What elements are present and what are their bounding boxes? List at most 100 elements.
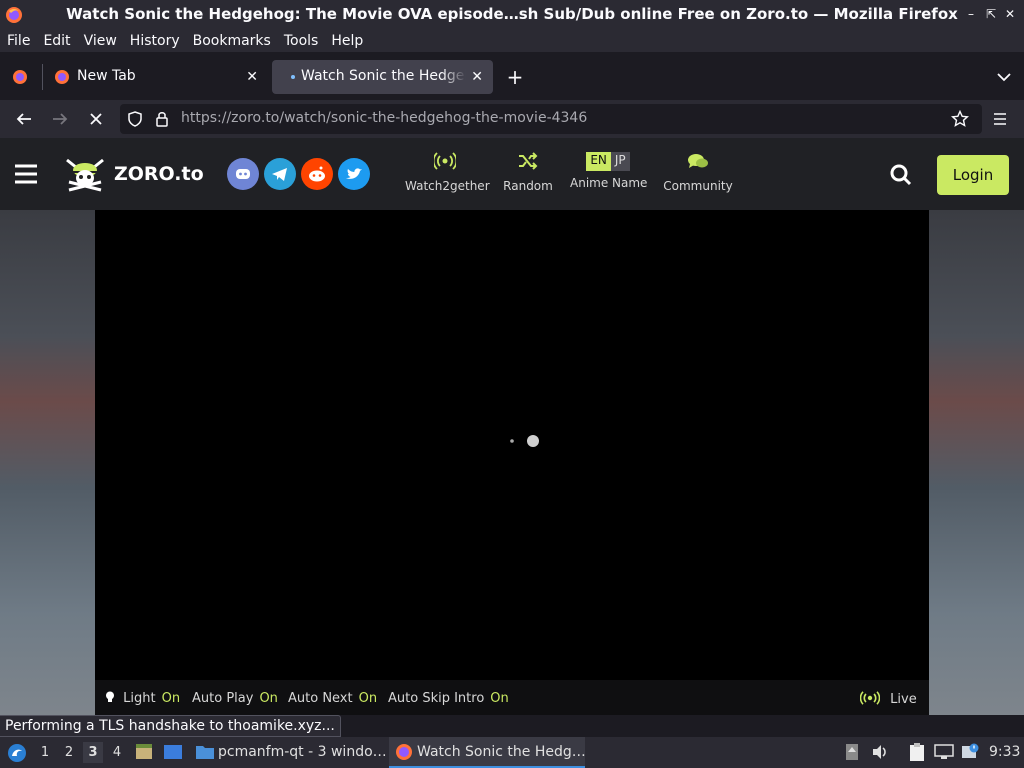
forward-arrow-icon[interactable]: [50, 110, 70, 128]
url-text[interactable]: https://zoro.to/watch/sonic-the-hedgehog…: [181, 110, 587, 126]
bookmark-star-icon[interactable]: [951, 110, 969, 128]
start-menu-icon[interactable]: [6, 742, 28, 764]
tray-update-icon[interactable]: [844, 743, 860, 761]
control-state: On: [490, 691, 509, 706]
tracking-shield-icon[interactable]: [126, 110, 144, 128]
volume-icon[interactable]: [870, 743, 890, 761]
firefox-view-icon[interactable]: [11, 68, 29, 86]
video-player[interactable]: [95, 210, 929, 680]
toggle-auto-skip-intro[interactable]: Auto Skip Intro On: [388, 691, 509, 706]
firefox-icon: [394, 742, 414, 762]
twitter-icon[interactable]: [338, 158, 370, 190]
close-tab-icon[interactable]: ✕: [471, 69, 483, 85]
status-panel: Performing a TLS handshake to thoamike.x…: [0, 715, 341, 737]
lock-icon[interactable]: [153, 110, 171, 128]
broadcast-icon: [432, 152, 458, 170]
nav-label: Community: [663, 179, 733, 193]
window-titlebar: Watch Sonic the Hedgehog: The Movie OVA …: [0, 0, 1024, 30]
shuffle-icon: [519, 152, 538, 170]
background-blur-left: [0, 210, 95, 715]
menubar: File Edit View History Bookmarks Tools H…: [0, 30, 1024, 52]
file-manager-launcher-icon[interactable]: [134, 742, 154, 762]
taskbar-app-label: Watch Sonic the Hedg…: [417, 744, 586, 760]
language-toggle-icon[interactable]: EN JP: [586, 152, 630, 171]
tab-new-tab[interactable]: New Tab ✕: [46, 60, 268, 94]
toggle-auto-play[interactable]: Auto Play On: [192, 691, 278, 706]
show-desktop-icon[interactable]: [162, 742, 184, 762]
tab-watch-sonic[interactable]: Watch Sonic the Hedgeh ✕: [272, 60, 493, 94]
clipboard-icon[interactable]: [907, 742, 927, 762]
reddit-icon[interactable]: [301, 158, 333, 190]
list-all-tabs-chevron-icon[interactable]: [994, 67, 1014, 87]
workspace-4[interactable]: 4: [107, 742, 127, 763]
nav-label: Anime Name: [570, 176, 648, 190]
chat-icon: [688, 154, 708, 168]
menu-help[interactable]: Help: [331, 33, 363, 49]
menu-tools[interactable]: Tools: [284, 33, 319, 49]
loading-dot-icon: [291, 75, 295, 79]
site-logo-text[interactable]: ZORO.to: [114, 163, 204, 185]
menu-edit[interactable]: Edit: [43, 33, 70, 49]
site-header: ZORO.to Watch2gether Random EN JP Anime …: [0, 138, 1024, 210]
nav-watch2gether[interactable]: Watch2gether: [405, 152, 490, 193]
control-state: On: [161, 691, 181, 706]
menu-bookmarks[interactable]: Bookmarks: [193, 33, 271, 49]
menu-file[interactable]: File: [7, 33, 30, 49]
lang-en-option[interactable]: EN: [586, 152, 611, 171]
control-label: Auto Next: [288, 691, 353, 706]
notification-icon[interactable]: [960, 742, 980, 762]
workspace-3[interactable]: 3: [83, 742, 103, 763]
lang-jp-option[interactable]: JP: [610, 152, 630, 171]
stop-loading-icon[interactable]: [86, 110, 106, 128]
folder-icon: [195, 743, 215, 761]
taskbar: 1 2 3 4 pcmanfm-qt - 3 windo… Watch Soni…: [0, 737, 1024, 768]
firefox-tab-icon: [54, 69, 70, 85]
toggle-light[interactable]: Light On: [105, 691, 180, 706]
minimize-icon[interactable]: –: [963, 6, 979, 22]
nav-random[interactable]: Random: [500, 152, 556, 193]
discord-icon[interactable]: [227, 158, 259, 190]
player-settings-bar: Light On Auto Play On Auto Next On Auto Ski…: [95, 680, 929, 715]
toggle-auto-next[interactable]: Auto Next On: [288, 691, 377, 706]
broadcast-icon: [859, 691, 881, 705]
navigation-toolbar: https://zoro.to/watch/sonic-the-hedgehog…: [0, 100, 1024, 138]
search-icon[interactable]: [890, 164, 912, 186]
control-label: Light: [123, 691, 156, 706]
nav-anime-name[interactable]: EN JP Anime Name: [570, 152, 648, 190]
background-blur-right: [929, 210, 1024, 715]
loading-spinner-icon: [510, 435, 539, 447]
zoro-logo-icon[interactable]: [63, 154, 107, 196]
tab-label: Watch Sonic the Hedgeh: [301, 68, 466, 84]
control-label: Auto Skip Intro: [388, 691, 485, 706]
control-label: Auto Play: [192, 691, 254, 706]
close-tab-icon[interactable]: ✕: [246, 69, 258, 85]
control-state: On: [259, 691, 278, 706]
login-button[interactable]: Login: [937, 155, 1009, 195]
web-page: ZORO.to Watch2gether Random EN JP Anime …: [0, 138, 1024, 715]
workspace-2[interactable]: 2: [59, 742, 79, 763]
lightbulb-icon: [106, 691, 114, 702]
menu-history[interactable]: History: [130, 33, 180, 49]
menu-view[interactable]: View: [84, 33, 117, 49]
hamburger-menu-icon[interactable]: [990, 110, 1010, 128]
tab-bar: New Tab ✕ Watch Sonic the Hedgeh ✕ +: [0, 52, 1024, 100]
close-window-icon[interactable]: ✕: [1002, 6, 1018, 22]
live-label: Live: [890, 692, 917, 707]
new-tab-plus-icon[interactable]: +: [505, 65, 525, 89]
url-bar[interactable]: https://zoro.to/watch/sonic-the-hedgehog…: [120, 104, 982, 134]
site-menu-hamburger-icon[interactable]: [13, 162, 39, 186]
nav-label: Watch2gether: [405, 179, 490, 193]
nav-label: Random: [503, 179, 553, 193]
network-icon[interactable]: [933, 743, 955, 761]
clock[interactable]: 9:33: [989, 744, 1020, 760]
restore-icon[interactable]: ⇱: [983, 6, 999, 22]
telegram-icon[interactable]: [264, 158, 296, 190]
nav-community[interactable]: Community: [662, 152, 734, 193]
live-button[interactable]: Live: [859, 691, 917, 707]
back-arrow-icon[interactable]: [14, 110, 34, 128]
workspace-1[interactable]: 1: [35, 742, 55, 763]
tab-label: New Tab: [77, 68, 136, 84]
taskbar-app-label: pcmanfm-qt - 3 windo…: [218, 744, 387, 760]
taskbar-app-pcmanfm[interactable]: pcmanfm-qt - 3 windo…: [190, 737, 387, 768]
taskbar-app-firefox[interactable]: Watch Sonic the Hedg…: [389, 737, 586, 768]
